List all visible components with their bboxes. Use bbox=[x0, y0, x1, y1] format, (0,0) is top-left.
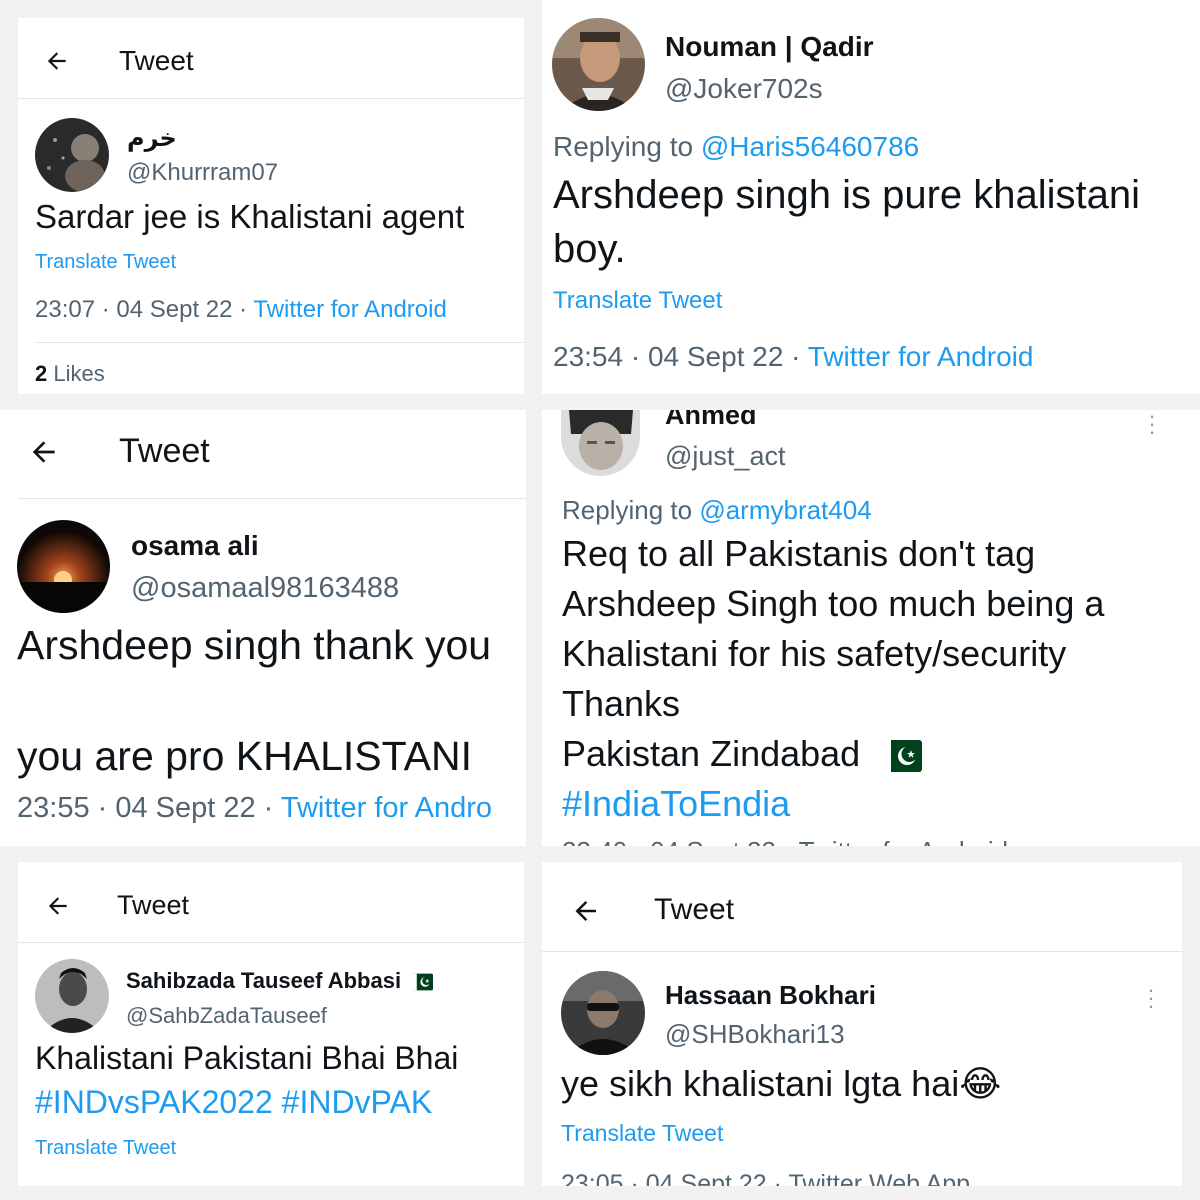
tweet-text-line-2: Arshdeep Singh too much being a bbox=[562, 583, 1105, 624]
pakistan-flag-icon bbox=[411, 973, 434, 991]
header-divider bbox=[18, 498, 526, 499]
avatar[interactable] bbox=[35, 959, 109, 1033]
likes-label: Likes bbox=[47, 361, 105, 386]
hashtags-link[interactable]: #INDvsPAK2022 #INDvPAK bbox=[35, 1084, 432, 1121]
tweet-panel-3: Tweet osama ali @osamaal98163488 Arshdee… bbox=[0, 410, 526, 846]
header-divider bbox=[18, 942, 524, 943]
author-handle[interactable]: @SHBokhari13 bbox=[665, 1019, 845, 1050]
replying-to: Replying to @armybrat404 bbox=[562, 495, 872, 526]
tweet-meta-cut: 23:05 · 04 Sept 22 · Twitter Web App bbox=[561, 1170, 971, 1186]
author-handle[interactable]: @Joker702s bbox=[665, 73, 823, 105]
author-handle[interactable]: @Khurrram07 bbox=[127, 159, 278, 187]
tweet-panel-4: Ahmed · · · @just_act Replying to @armybra… bbox=[542, 410, 1200, 846]
tweet-panel-6: Tweet Hassaan Bokhari @SHBokhari13 · · · y… bbox=[542, 862, 1182, 1186]
translate-tweet-link[interactable]: Translate Tweet bbox=[561, 1120, 723, 1147]
tweet-text: Khalistani Pakistani Bhai Bhai bbox=[35, 1040, 459, 1076]
tweet-text-line-1: Req to all Pakistanis don't tag bbox=[562, 533, 1036, 574]
header-divider bbox=[18, 98, 524, 99]
avatar[interactable] bbox=[561, 971, 645, 1055]
more-vertical-icon[interactable]: · · · bbox=[1146, 979, 1156, 1017]
tweet-meta: 23:07 · 04 Sept 22 · Twitter for Android bbox=[35, 296, 447, 324]
tweet-text-line-4: Thanks bbox=[562, 683, 681, 724]
tweet-meta-cut: 23:40 · 04 Sept 22 · Twitter for Android bbox=[562, 836, 1008, 846]
reply-mention-link[interactable]: @armybrat404 bbox=[699, 495, 871, 525]
tweet-text-line-3: Khalistani for his safety/security bbox=[562, 633, 1067, 674]
author-name[interactable]: Sahibzada Tauseef Abbasi bbox=[126, 968, 434, 994]
page-title: Tweet bbox=[654, 893, 735, 926]
avatar[interactable] bbox=[35, 118, 109, 192]
tweet-timestamp: 23:07 · 04 Sept 22 · bbox=[35, 296, 254, 323]
avatar[interactable] bbox=[561, 410, 640, 476]
tweet-text-line-2: boy. bbox=[553, 227, 626, 271]
replying-to-label: Replying to bbox=[562, 495, 700, 525]
tweet-panel-1: Tweet خرم @Khurrram07 Sardar jee is Khal… bbox=[18, 18, 524, 394]
tears-of-joy-emoji: 😂 bbox=[959, 1063, 1002, 1104]
tweet-panel-5: Tweet Sahibzada Tauseef Abbasi @SahbZada… bbox=[18, 862, 524, 1186]
arrow-left-icon[interactable] bbox=[571, 896, 601, 926]
tweet-text: Sardar jee is Khalistani agent bbox=[35, 198, 465, 235]
pakistan-flag-icon bbox=[880, 740, 923, 773]
translate-tweet-link[interactable]: Translate Tweet bbox=[35, 251, 176, 274]
likes-number: 2 bbox=[35, 361, 48, 386]
tweet-source-link[interactable]: Twitter for Android bbox=[808, 341, 1034, 372]
likes-count[interactable]: 2 Likes bbox=[35, 361, 105, 387]
arrow-left-icon[interactable] bbox=[28, 436, 60, 468]
avatar[interactable] bbox=[552, 18, 645, 111]
author-handle[interactable]: @SahbZadaTauseef bbox=[126, 1003, 327, 1029]
author-handle[interactable]: @osamaal98163488 bbox=[131, 572, 399, 605]
hashtag-link[interactable]: #IndiaToEndia bbox=[562, 783, 790, 825]
author-name[interactable]: Hassaan Bokhari bbox=[665, 980, 876, 1011]
author-name-text: Sahibzada Tauseef Abbasi bbox=[126, 968, 402, 993]
page-title: Tweet bbox=[117, 890, 190, 920]
translate-tweet-link[interactable]: Translate Tweet bbox=[553, 287, 722, 315]
tweet-text: ye sikh khalistani lgta hai😂 bbox=[561, 1063, 1001, 1105]
author-name[interactable]: خرم bbox=[127, 124, 177, 153]
author-name[interactable]: Ahmed bbox=[665, 410, 757, 431]
avatar[interactable] bbox=[17, 520, 110, 613]
more-vertical-icon[interactable]: · · · bbox=[1147, 410, 1157, 443]
tweet-text-content: ye sikh khalistani lgta hai bbox=[561, 1063, 960, 1104]
tweet-text-pakistan-zindabad: Pakistan Zindabad bbox=[562, 733, 861, 774]
tweet-timestamp: 23:54 · 04 Sept 22 · bbox=[553, 341, 808, 372]
reply-mention-link[interactable]: @Haris56460786 bbox=[701, 131, 919, 162]
page-title: Tweet bbox=[119, 432, 210, 470]
tweet-text-line-1: Arshdeep singh thank you bbox=[17, 622, 492, 668]
replying-to: Replying to @Haris56460786 bbox=[553, 131, 919, 163]
translate-tweet-link[interactable]: Translate Tweet bbox=[35, 1137, 176, 1160]
meta-divider bbox=[35, 342, 524, 343]
arrow-left-icon[interactable] bbox=[44, 48, 70, 74]
tweet-text-line-1: Arshdeep singh is pure khalistani bbox=[553, 173, 1141, 217]
author-handle[interactable]: @just_act bbox=[665, 441, 785, 472]
replying-to-label: Replying to bbox=[553, 131, 701, 162]
tweet-source-link[interactable]: Twitter for Android bbox=[253, 296, 446, 323]
tweet-timestamp: 23:55 · 04 Sept 22 · bbox=[17, 792, 281, 824]
page-title: Tweet bbox=[119, 45, 194, 76]
tweet-text-line-5: Pakistan Zindabad bbox=[562, 733, 923, 775]
tweet-panel-2: Nouman | Qadir @Joker702s Replying to @H… bbox=[542, 0, 1200, 394]
author-name[interactable]: Nouman | Qadir bbox=[665, 31, 874, 63]
tweet-source-link[interactable]: Twitter for Andro bbox=[281, 792, 492, 824]
tweet-text-line-2: you are pro KHALISTANI bbox=[17, 733, 472, 779]
tweet-meta: 23:55 · 04 Sept 22 · Twitter for Andro bbox=[17, 792, 492, 825]
tweet-meta: 23:54 · 04 Sept 22 · Twitter for Android bbox=[553, 341, 1033, 373]
header-divider bbox=[542, 951, 1182, 952]
author-name[interactable]: osama ali bbox=[131, 530, 259, 562]
arrow-left-icon[interactable] bbox=[45, 893, 71, 919]
